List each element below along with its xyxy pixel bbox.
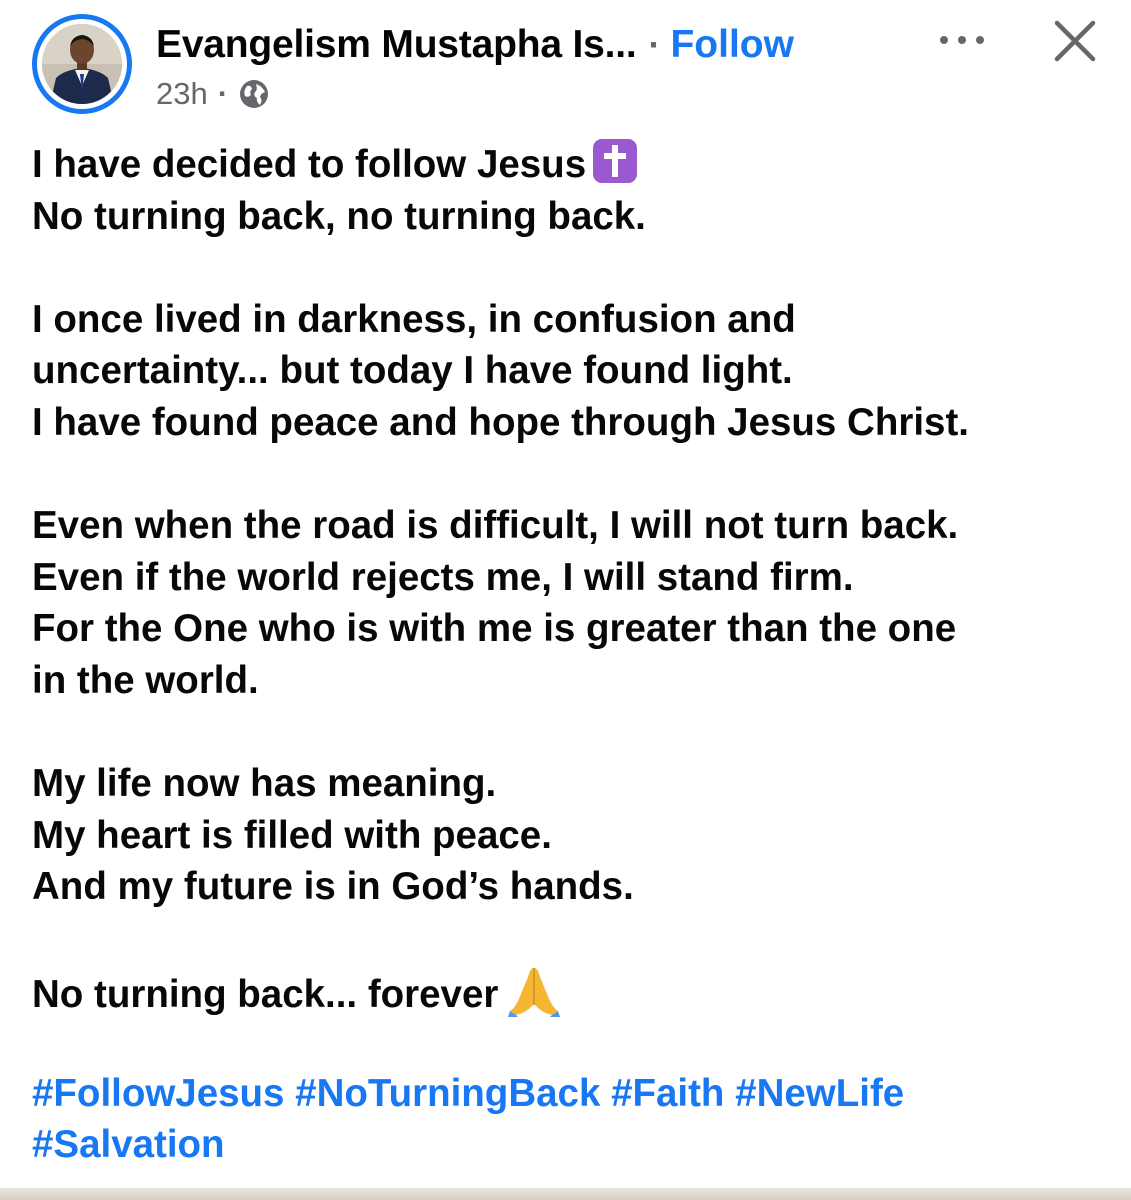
hashtag-line: #Salvation [32, 1119, 1122, 1171]
post-meta: 23h · [156, 76, 270, 112]
hashtag-link[interactable]: #Salvation [32, 1123, 225, 1166]
profile-avatar[interactable] [32, 14, 132, 114]
dot [940, 36, 948, 44]
latin-cross-emoji [593, 139, 638, 183]
folded-hands-emoji [508, 967, 561, 1017]
post-header-name-row: Evangelism Mustapha Is... · Follow [156, 20, 794, 70]
post-line: For the One who is with me is greater th… [32, 607, 957, 651]
globe-icon[interactable] [238, 78, 270, 110]
post-line: And my future is in God’s hands. [32, 865, 634, 909]
post-line: Even if the world rejects me, I will sta… [32, 555, 854, 599]
facebook-post: Evangelism Mustapha Is... · Follow 23h ·… [0, 0, 1131, 1200]
post-line: My life now has meaning. [32, 762, 497, 806]
bottom-edge [0, 1188, 1131, 1200]
hashtag-link[interactable]: #FollowJesus [32, 1072, 284, 1115]
post-line: in the world. [32, 658, 259, 702]
hashtag-link[interactable]: #NewLife [735, 1072, 904, 1115]
post-line: My heart is filled with peace. [32, 813, 552, 857]
name-separator: · [648, 24, 661, 65]
post-line: No turning back... forever [32, 965, 1122, 1017]
follow-button[interactable]: Follow [670, 23, 793, 67]
post-line: uncertainty... but today I have found li… [32, 349, 793, 393]
post-line: Even when the road is difficult, I will … [32, 504, 959, 548]
hashtag-link[interactable]: #Faith [611, 1072, 724, 1115]
close-icon[interactable] [1052, 18, 1098, 64]
author-name[interactable]: Evangelism Mustapha Is... [156, 23, 637, 67]
more-options-icon[interactable] [940, 28, 984, 52]
hashtag-link[interactable]: #NoTurningBack [295, 1072, 600, 1115]
dot [976, 36, 984, 44]
dot [958, 36, 966, 44]
post-line: No turning back, no turning back. [32, 194, 646, 238]
hashtag-line: #FollowJesus #NoTurningBack #Faith #NewL… [32, 1068, 1122, 1120]
post-line: I have found peace and hope through Jesu… [32, 400, 969, 444]
post-text: I have decided to follow Jesus No turnin… [32, 139, 1122, 1171]
meta-separator: · [217, 76, 229, 111]
post-timestamp[interactable]: 23h [156, 76, 208, 112]
avatar-image [42, 24, 122, 104]
post-line: I once lived in darkness, in confusion a… [32, 297, 796, 341]
post-line: I have decided to follow Jesus [32, 139, 1122, 191]
